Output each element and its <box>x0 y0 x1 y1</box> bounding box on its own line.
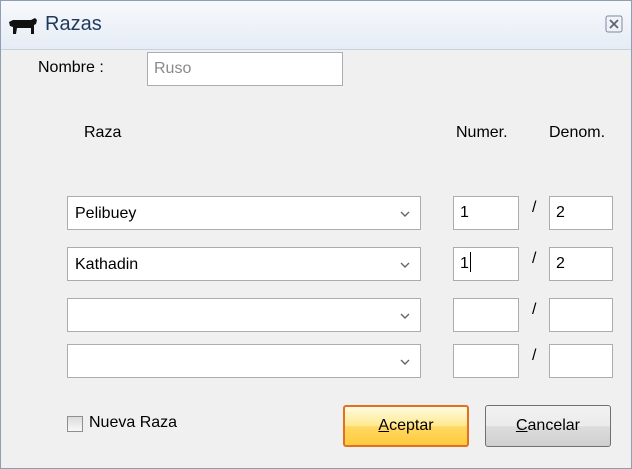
ratio-slash: / <box>532 199 537 216</box>
raza-combo-2[interactable]: Kathadin <box>67 247 421 281</box>
column-header-denom: Denom. <box>549 124 606 141</box>
nombre-input[interactable]: Ruso <box>147 52 343 86</box>
raza-combo-value: Kathadin <box>75 256 139 273</box>
raza-combo-3[interactable] <box>67 298 421 332</box>
chevron-down-icon[interactable] <box>400 261 410 269</box>
aceptar-button[interactable]: Aceptar <box>343 405 469 447</box>
chevron-down-icon[interactable] <box>400 358 410 366</box>
razas-dialog: Razas Nombre : Ruso Raza Numer. Denom. P… <box>0 0 632 469</box>
ratio-slash: / <box>532 301 537 318</box>
raza-combo-4[interactable] <box>67 344 421 378</box>
nombre-label: Nombre : <box>38 59 104 76</box>
title-bar[interactable]: Razas <box>1 1 631 50</box>
denom-input-2[interactable]: 2 <box>549 247 613 281</box>
denom-input-4[interactable] <box>549 344 613 378</box>
ratio-slash: / <box>532 347 537 364</box>
raza-combo-1[interactable]: Pelibuey <box>67 196 421 230</box>
aceptar-label: ceptar <box>389 417 434 434</box>
nueva-raza-checkbox[interactable] <box>67 416 83 432</box>
window-title: Razas <box>45 13 102 35</box>
denom-input-1[interactable]: 2 <box>549 196 613 230</box>
numer-input-3[interactable] <box>453 298 519 332</box>
chevron-down-icon[interactable] <box>400 210 410 218</box>
dialog-body: Nombre : Ruso Raza Numer. Denom. Pelibue… <box>1 50 631 468</box>
cancelar-accesskey: C <box>515 417 528 434</box>
column-header-raza: Raza <box>84 124 122 141</box>
raza-combo-value: Pelibuey <box>75 205 137 222</box>
close-icon[interactable] <box>605 15 623 33</box>
cancelar-label: ancelar <box>527 417 581 434</box>
column-header-numer: Numer. <box>456 124 508 141</box>
numer-input-4[interactable] <box>453 344 519 378</box>
aceptar-accesskey: A <box>378 417 390 434</box>
ratio-slash: / <box>532 250 537 267</box>
cattle-icon <box>9 18 37 34</box>
cancelar-button[interactable]: Cancelar <box>485 405 611 447</box>
nueva-raza-label[interactable]: Nueva Raza <box>89 414 177 432</box>
denom-input-3[interactable] <box>549 298 613 332</box>
numer-value: 1 <box>460 255 469 272</box>
text-caret <box>469 252 471 272</box>
chevron-down-icon[interactable] <box>400 312 410 320</box>
numer-input-1[interactable]: 1 <box>453 196 519 230</box>
numer-input-2[interactable]: 1 <box>453 247 519 281</box>
